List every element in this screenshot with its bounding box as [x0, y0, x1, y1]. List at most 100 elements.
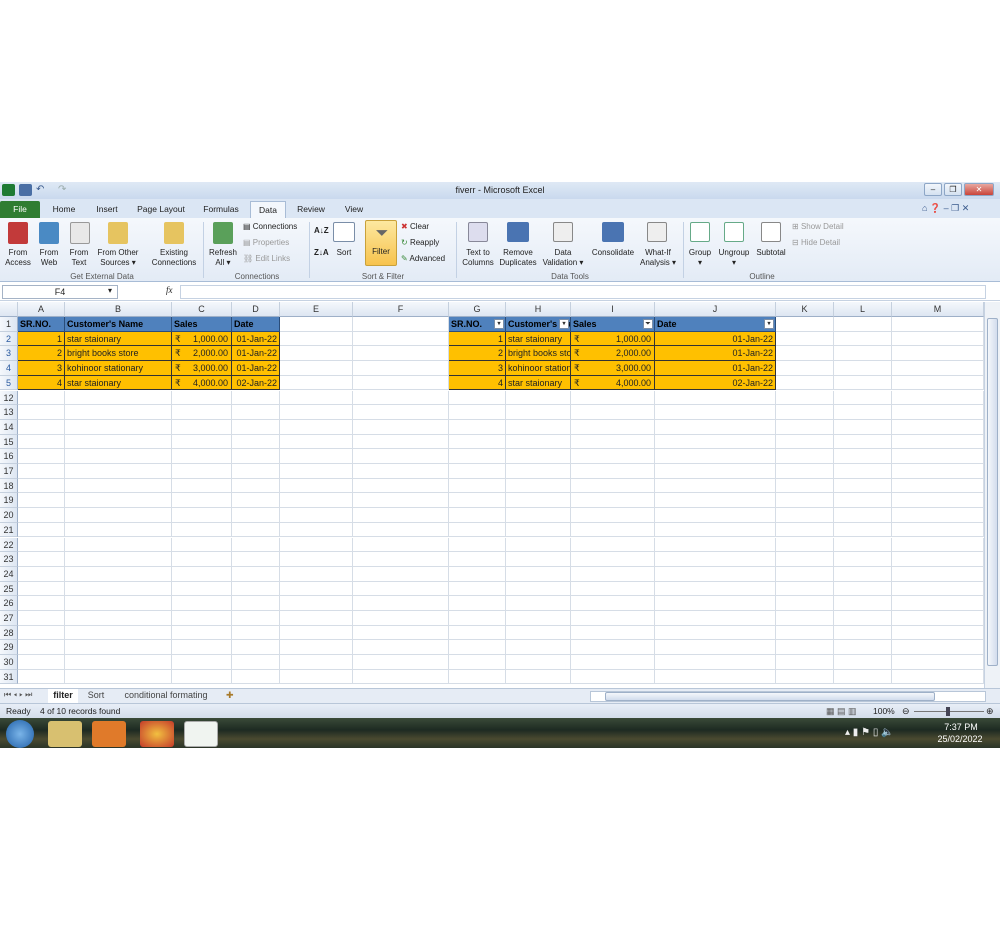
- grid-cell[interactable]: [506, 464, 571, 479]
- row-header[interactable]: 22: [0, 537, 18, 553]
- table-cell[interactable]: ₹1,000.00: [571, 331, 655, 347]
- grid-cell[interactable]: [280, 419, 353, 435]
- sort-az-icon[interactable]: A↓Z: [314, 226, 329, 236]
- grid-cell[interactable]: [232, 449, 280, 464]
- grid-cell[interactable]: [232, 552, 280, 567]
- grid-cell[interactable]: [280, 625, 353, 641]
- grid-cell[interactable]: [776, 655, 834, 670]
- table-cell[interactable]: star staionary: [506, 375, 571, 391]
- grid-cell[interactable]: [172, 464, 232, 479]
- grid-cell[interactable]: [449, 434, 506, 450]
- grid-cell[interactable]: [655, 464, 776, 479]
- hide-detail-button[interactable]: ⊟ Hide Detail: [792, 238, 840, 248]
- grid-cell[interactable]: [18, 625, 65, 641]
- grid-cell[interactable]: [506, 552, 571, 567]
- grid-cell[interactable]: [65, 478, 172, 494]
- grid-cell[interactable]: [506, 611, 571, 626]
- tab-data[interactable]: Data: [250, 201, 286, 218]
- grid-cell[interactable]: [892, 434, 984, 450]
- grid-cell[interactable]: [834, 478, 892, 494]
- grid-cell[interactable]: [571, 566, 655, 582]
- grid-cell[interactable]: [232, 596, 280, 611]
- column-header[interactable]: J: [655, 302, 776, 317]
- reapply-button[interactable]: ↻ Reapply: [401, 238, 439, 248]
- table-cell[interactable]: 01-Jan-22: [232, 331, 280, 347]
- from-text-button[interactable]: From Text: [64, 248, 94, 267]
- grid-cell[interactable]: [776, 331, 834, 347]
- grid-cell[interactable]: [655, 508, 776, 523]
- grid-cell[interactable]: [655, 552, 776, 567]
- sheet-nav-icon[interactable]: ⏮ ◂ ▸ ⏭: [4, 690, 32, 700]
- grid-cell[interactable]: [892, 596, 984, 611]
- grid-cell[interactable]: [655, 419, 776, 435]
- grid-cell[interactable]: [776, 537, 834, 553]
- grid-cell[interactable]: [232, 537, 280, 553]
- close-button[interactable]: ✕: [964, 183, 994, 196]
- grid-cell[interactable]: [65, 434, 172, 450]
- grid-cell[interactable]: [834, 537, 892, 553]
- grid-cell[interactable]: [776, 419, 834, 435]
- grid-cell[interactable]: [449, 522, 506, 538]
- grid-cell[interactable]: [449, 669, 506, 685]
- grid-cell[interactable]: [776, 566, 834, 582]
- table-cell[interactable]: ₹2,000.00: [571, 346, 655, 362]
- grid-cell[interactable]: [18, 478, 65, 494]
- grid-cell[interactable]: [655, 434, 776, 450]
- grid-cell[interactable]: [776, 581, 834, 597]
- grid-cell[interactable]: [506, 566, 571, 582]
- grid-cell[interactable]: [776, 361, 834, 376]
- grid-cell[interactable]: [18, 655, 65, 670]
- grid-cell[interactable]: [571, 434, 655, 450]
- zoom-out-icon[interactable]: ⊖: [902, 706, 910, 717]
- sheet-tab-conditional[interactable]: conditional formating: [116, 689, 216, 703]
- row-header[interactable]: 23: [0, 552, 18, 567]
- grid-cell[interactable]: [892, 581, 984, 597]
- grid-cell[interactable]: [834, 596, 892, 611]
- grid-cell[interactable]: [280, 566, 353, 582]
- refresh-all-button[interactable]: Refresh All ▾: [205, 248, 241, 267]
- grid-cell[interactable]: [655, 522, 776, 538]
- grid-cell[interactable]: [506, 522, 571, 538]
- row-header[interactable]: 30: [0, 655, 18, 670]
- grid-cell[interactable]: [571, 464, 655, 479]
- tab-formulas[interactable]: Formulas: [198, 201, 244, 218]
- grid-cell[interactable]: [280, 581, 353, 597]
- row-header[interactable]: 13: [0, 405, 18, 420]
- grid-cell[interactable]: [834, 669, 892, 685]
- row-header[interactable]: 27: [0, 611, 18, 626]
- grid-cell[interactable]: [506, 508, 571, 523]
- grid-cell[interactable]: [834, 493, 892, 509]
- column-header[interactable]: L: [834, 302, 892, 317]
- grid-cell[interactable]: [892, 331, 984, 347]
- grid-cell[interactable]: [449, 508, 506, 523]
- grid-cell[interactable]: [353, 640, 449, 656]
- grid-cell[interactable]: [449, 493, 506, 509]
- grid-cell[interactable]: [353, 581, 449, 597]
- grid-cell[interactable]: [280, 537, 353, 553]
- table-header-cell[interactable]: Customer's Name▾: [506, 317, 571, 332]
- row-header[interactable]: 28: [0, 625, 18, 641]
- column-header[interactable]: B: [65, 302, 172, 317]
- grid-cell[interactable]: [892, 522, 984, 538]
- row-header[interactable]: 19: [0, 493, 18, 509]
- grid-cell[interactable]: [776, 434, 834, 450]
- table-cell[interactable]: star staionary: [65, 375, 172, 391]
- grid-cell[interactable]: [65, 390, 172, 406]
- grid-cell[interactable]: [232, 581, 280, 597]
- grid-cell[interactable]: [280, 669, 353, 685]
- grid-cell[interactable]: [232, 405, 280, 420]
- grid-cell[interactable]: [232, 640, 280, 656]
- grid-cell[interactable]: [571, 522, 655, 538]
- grid-cell[interactable]: [834, 611, 892, 626]
- grid-cell[interactable]: [776, 508, 834, 523]
- grid-cell[interactable]: [18, 552, 65, 567]
- scroll-thumb[interactable]: [605, 692, 935, 701]
- grid-cell[interactable]: [834, 361, 892, 376]
- grid-cell[interactable]: [280, 478, 353, 494]
- grid-cell[interactable]: [18, 522, 65, 538]
- connections-button[interactable]: ▤ Connections: [243, 222, 297, 232]
- fx-icon[interactable]: fx: [166, 285, 173, 295]
- consolidate-button[interactable]: Consolidate: [588, 248, 638, 258]
- grid-cell[interactable]: [172, 390, 232, 406]
- filter-button[interactable]: ⏷ Filter: [365, 220, 397, 266]
